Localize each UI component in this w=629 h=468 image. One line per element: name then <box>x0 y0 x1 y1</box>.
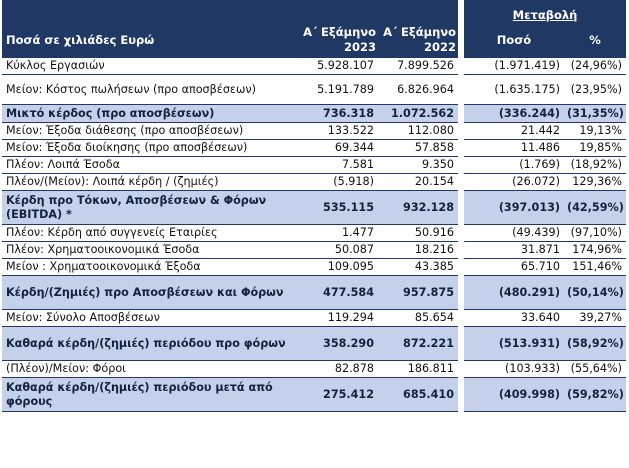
amounts-unit-label: Ποσά σε χιλιάδες Ευρώ <box>2 22 298 58</box>
column-h1-2023: Α΄ Εξάμηνο 2023 <box>298 22 378 58</box>
table-row: (Πλέον)/Μείον: Φόροι 82.878 186.811 (103… <box>2 360 626 378</box>
header-blank <box>2 0 298 22</box>
subtotal-row: Καθαρά κέρδη/(ζημιές) περιόδου προ φόρων… <box>2 326 626 361</box>
header-blank <box>298 0 378 22</box>
table-row: Μείον : Χρηματοοικονομικά Έξοδα 109.095 … <box>2 258 626 276</box>
table-row: Πλέον: Κέρδη από συγγενείς Εταιρίες 1.47… <box>2 224 626 242</box>
table-row: Πλέον: Λοιπά Έσοδα 7.581 9.350 (1.769) (… <box>2 156 626 174</box>
header-row: Ποσά σε χιλιάδες Ευρώ Α΄ Εξάμηνο 2023 Α΄ … <box>2 22 626 58</box>
subtotal-row-ebitda: Κέρδη προ Τόκων, Αποσβέσεων & Φόρων (EBI… <box>2 190 626 225</box>
column-change-amount: Ποσό <box>464 22 564 58</box>
table-row: Μείον: Σύνολο Αποσβέσεων 119.294 85.654 … <box>2 309 626 327</box>
change-group-label: Μεταβολή <box>512 8 578 22</box>
header-row-top: Μεταβολή <box>2 0 626 22</box>
financial-results-table-container: Μεταβολή Ποσά σε χιλιάδες Ευρώ Α΄ Εξάμην… <box>0 0 629 468</box>
subtotal-row: Κέρδη/(Ζημιές) προ Αποσβέσεων και Φόρων … <box>2 275 626 310</box>
table-row: Μείον: Έξοδα διοίκησης (προ αποσβέσεων) … <box>2 139 626 157</box>
column-h1-2022: Α΄ Εξάμηνο 2022 <box>378 22 458 58</box>
change-group-header: Μεταβολή <box>464 0 626 22</box>
table-row: Κύκλος Εργασιών 5.928.107 7.899.526 (1.9… <box>2 58 626 75</box>
table-row: Μείον: Κόστος πωλήσεων (προ αποσβέσεων) … <box>2 74 626 105</box>
column-change-pct: % <box>564 22 626 58</box>
header-blank <box>378 0 458 22</box>
table-row: Πλέον: Χρηματοοικονομικά Έσοδα 50.087 18… <box>2 241 626 259</box>
total-row: Καθαρά κέρδη/(ζημιές) περιόδου μετά από … <box>2 377 626 412</box>
subtotal-row: Μικτό κέρδος (προ αποσβέσεων) 736.318 1.… <box>2 104 626 123</box>
table-row: Πλέον/(Μείον): Λοιπά κέρδη / (ζημιές) (5… <box>2 173 626 191</box>
financial-results-table: Μεταβολή Ποσά σε χιλιάδες Ευρώ Α΄ Εξάμην… <box>2 0 626 412</box>
table-row: Μείον: Έξοδα διάθεσης (προ αποσβέσεων) 1… <box>2 122 626 140</box>
